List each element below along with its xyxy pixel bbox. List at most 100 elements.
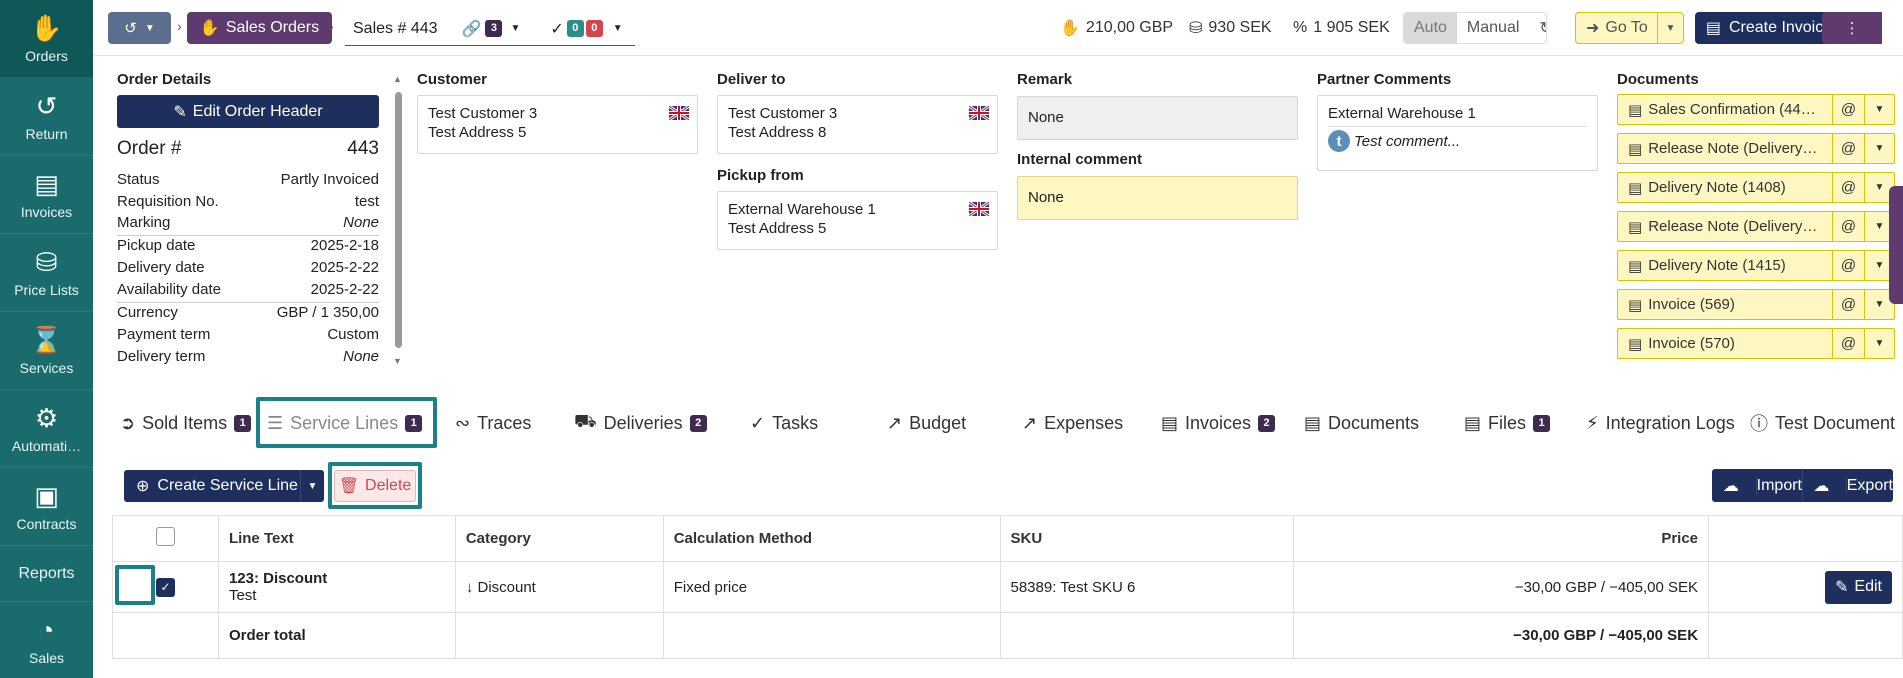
check-icon: ✓ (750, 412, 766, 433)
column-header-calculation-method[interactable]: Calculation Method (662, 515, 1001, 562)
sidebar-item-contracts[interactable]: ▣ Contracts (0, 468, 93, 546)
side-drawer-tab[interactable] (1889, 186, 1903, 304)
tab-invoices[interactable]: ▤ Invoices 2 (1161, 403, 1276, 443)
sidebar-item-price-lists[interactable]: ⛁ Price Lists (0, 234, 93, 312)
order-total-price: −30,00 GBP / −405,00 SEK (1293, 612, 1710, 659)
coins-icon: ⛁ (35, 246, 58, 277)
customer-card[interactable]: Test Customer 3 Test Address 5 (417, 95, 698, 154)
scroll-up-icon[interactable]: ▲ (393, 74, 402, 84)
column-header-sku[interactable]: SKU (999, 515, 1295, 562)
email-button[interactable]: @ (1832, 290, 1864, 319)
goto-dropdown-icon[interactable]: ▼ (1657, 13, 1683, 43)
sidebar-item-services[interactable]: ⌛ Services (0, 312, 93, 390)
document-item[interactable]: ▤ Sales Confirmation (44… @ ▼ (1617, 94, 1895, 125)
internal-comment-title: Internal comment (1017, 151, 1143, 168)
refresh-icon[interactable]: ↻ (1529, 13, 1546, 43)
tab-files[interactable]: ▤ Files 1 (1464, 403, 1551, 443)
delete-button[interactable]: 🗑 Delete (334, 470, 416, 502)
create-service-line-button[interactable]: ⊕ Create Service Line ▼ (124, 470, 324, 502)
partner-comments-title: Partner Comments (1317, 71, 1452, 88)
invoice-icon: ▤ (1705, 20, 1721, 37)
check-dropdown-icon[interactable]: ▼ (613, 23, 623, 34)
sidebar-item-label: Sales (28, 649, 65, 666)
document-dropdown-icon[interactable]: ▼ (1864, 329, 1894, 358)
tab-documents[interactable]: ▤ Documents (1304, 403, 1419, 443)
tab-traces[interactable]: ∾ Traces (455, 403, 531, 443)
email-button[interactable]: @ (1832, 134, 1864, 163)
email-button[interactable]: @ (1832, 95, 1864, 124)
sidebar-item-sales[interactable]: ◔ Sales (0, 602, 93, 678)
pickup-from-card[interactable]: External Warehouse 1 Test Address 5 (717, 191, 998, 250)
tab-test-document[interactable]: ⓘ Test Document (1750, 403, 1895, 443)
scrollbar-thumb[interactable] (395, 92, 402, 348)
row-checkbox[interactable]: ✓ (155, 577, 175, 597)
comment-text: Test comment... (1354, 132, 1461, 150)
email-button[interactable]: @ (1832, 329, 1864, 358)
deliver-to-card[interactable]: Test Customer 3 Test Address 8 (717, 95, 998, 154)
sales-orders-button[interactable]: ✋ Sales Orders (187, 12, 332, 44)
sidebar-item-label: Orders (25, 47, 68, 64)
create-invoice-button[interactable]: ▤ Create Invoice (1695, 12, 1843, 44)
email-button[interactable]: @ (1832, 251, 1864, 280)
pickup-date-row: Pickup date 2025-2-18 (117, 237, 379, 254)
tab-deliveries[interactable]: ⛟ Deliveries 2 (574, 403, 707, 443)
document-item[interactable]: ▤ Delivery Note (1408) @ ▼ (1617, 172, 1895, 203)
sidebar-item-automation[interactable]: ⚙ Automati… (0, 390, 93, 468)
export-button[interactable]: ☁ Export (1802, 469, 1893, 502)
line-text-cell: 123: Discount Test (217, 561, 456, 613)
column-header-line-text[interactable]: Line Text (217, 515, 456, 562)
tab-budget[interactable]: ↗ Budget (887, 403, 966, 443)
delivery-term-row: Delivery term None (117, 348, 379, 365)
document-item[interactable]: ▤ Invoice (570) @ ▼ (1617, 328, 1895, 359)
internal-comment-field[interactable]: None (1017, 176, 1298, 220)
total-row: Order total −30,00 GBP / −405,00 SEK (112, 612, 1903, 659)
link-dropdown-icon[interactable]: ▼ (510, 23, 520, 34)
order-tab-label: Sales # 443 (353, 19, 438, 37)
order-tab[interactable]: Sales # 443 🔗 3 ▼ ✓ 0 0 ▼ (345, 12, 635, 46)
sidebar-item-reports[interactable]: Reports (0, 546, 93, 602)
manual-toggle[interactable]: Manual (1457, 13, 1529, 43)
topbar: ↺ ▼ › ✋ Sales Orders › Sales # 443 🔗 3 ▼… (93, 0, 1903, 56)
email-button[interactable]: @ (1832, 173, 1864, 202)
tab-service-lines[interactable]: ☰ Service Lines 1 (267, 403, 423, 443)
tab-integration-logs[interactable]: ⚡ Integration Logs (1586, 403, 1735, 443)
import-button[interactable]: ☁ Import (1712, 469, 1802, 502)
auto-toggle[interactable]: Auto (1404, 13, 1457, 43)
remark-field[interactable]: None (1017, 96, 1298, 140)
document-item[interactable]: ▤ Delivery Note (1415) @ ▼ (1617, 250, 1895, 281)
email-button[interactable]: @ (1832, 212, 1864, 241)
order-details-title: Order Details (117, 71, 212, 88)
document-dropdown-icon[interactable]: ▼ (1864, 95, 1894, 124)
hand-coins-icon: ✋ (1060, 20, 1080, 37)
goto-button[interactable]: ➜ Go To ▼ (1575, 12, 1684, 44)
edit-icon: ✎ (1835, 579, 1849, 596)
sidebar: ✋ Orders ↺ Return ▤ Invoices ⛁ Price Lis… (0, 0, 93, 678)
invoice-icon: ▤ (1628, 335, 1643, 353)
more-button[interactable]: ⋮ (1822, 12, 1882, 44)
document-item[interactable]: ▤ Release Note (Delivery… @ ▼ (1617, 211, 1895, 242)
sidebar-item-invoices[interactable]: ▤ Invoices (0, 156, 93, 234)
history-button[interactable]: ↺ ▼ (108, 12, 171, 44)
select-all-checkbox[interactable] (155, 527, 175, 546)
hourglass-icon: ⌛ (30, 324, 63, 355)
document-item[interactable]: ▤ Release Note (Delivery… @ ▼ (1617, 133, 1895, 164)
document-dropdown-icon[interactable]: ▼ (1864, 134, 1894, 163)
partner-comments-card[interactable]: External Warehouse 1 t Test comment... (1317, 95, 1598, 171)
sidebar-item-return[interactable]: ↺ Return (0, 78, 93, 156)
column-header-category[interactable]: Category (454, 515, 664, 562)
service-lines-table: Line Text Category Calculation Method SK… (112, 515, 1903, 659)
column-header-price[interactable]: Price (1293, 515, 1710, 562)
edit-order-header-button[interactable]: ✎ Edit Order Header (117, 95, 379, 128)
table-row[interactable]: ✓ 123: Discount Test ↓ Discount Fixed pri… (112, 561, 1903, 613)
tab-tasks[interactable]: ✓ Tasks (750, 403, 818, 443)
tab-sold-items[interactable]: ➲ Sold Items 1 (120, 403, 252, 443)
document-item[interactable]: ▤ Invoice (569) @ ▼ (1617, 289, 1895, 320)
order-details-scrollbar[interactable]: ▲ ▼ (392, 74, 404, 368)
trash-icon: 🗑 (338, 478, 360, 495)
edit-button[interactable]: ✎ Edit (1825, 570, 1892, 604)
create-dropdown-icon[interactable]: ▼ (300, 470, 324, 502)
sidebar-item-orders[interactable]: ✋ Orders (0, 0, 93, 78)
tab-expenses[interactable]: ↗ Expenses (1022, 403, 1123, 443)
scroll-down-icon[interactable]: ▼ (393, 356, 402, 366)
link-icon: 🔗 (461, 20, 482, 38)
